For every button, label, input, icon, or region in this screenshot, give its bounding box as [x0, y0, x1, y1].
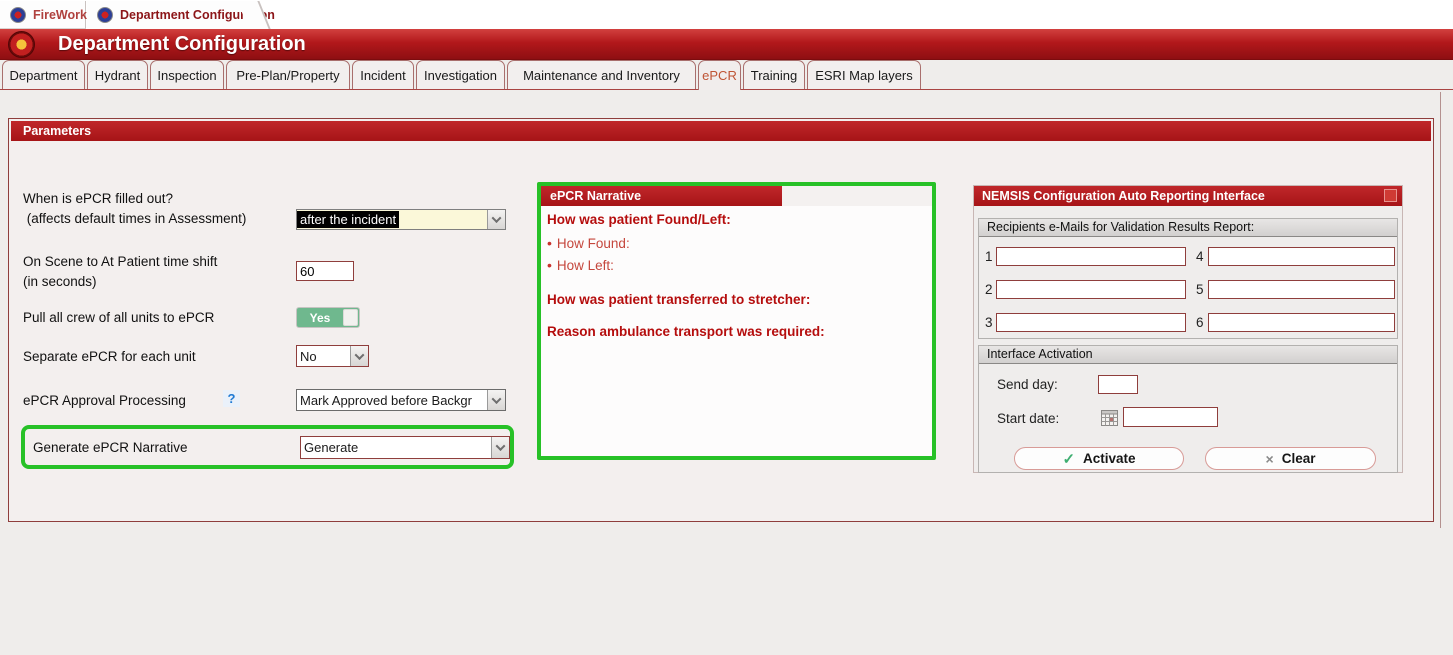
chevron-down-icon	[492, 213, 502, 223]
parameters-header: Parameters	[11, 121, 1431, 141]
narrative-line: How was patient transferred to stretcher…	[547, 292, 810, 307]
tab-inspection[interactable]: Inspection	[150, 60, 224, 90]
dropdown-button[interactable]	[491, 437, 509, 458]
activate-button-label: Activate	[1083, 451, 1136, 466]
recipients-group-header: Recipients e-Mails for Validation Result…	[979, 219, 1397, 237]
generate-narrative-dropdown[interactable]: Generate	[300, 436, 510, 459]
chevron-down-icon	[355, 350, 365, 360]
window-tab-strip: FireWorks Department Configuration	[0, 0, 1453, 29]
narrative-line: How Left:	[547, 257, 614, 273]
window-tab-department-configuration[interactable]: Department Configuration	[87, 1, 255, 29]
email-input-5[interactable]	[1208, 280, 1395, 299]
recipients-group: Recipients e-Mails for Validation Result…	[978, 218, 1398, 339]
dropdown-button[interactable]	[487, 210, 505, 229]
close-icon[interactable]	[1384, 189, 1397, 202]
tab-investigation[interactable]: Investigation	[416, 60, 505, 90]
fire-badge-icon	[10, 7, 26, 23]
activate-button[interactable]: ✓ Activate	[1014, 447, 1184, 470]
fire-badge-icon	[97, 7, 113, 23]
separate-epcr-value: No	[297, 349, 317, 364]
email-input-2[interactable]	[996, 280, 1186, 299]
window-tab-fireworks[interactable]: FireWorks	[0, 1, 86, 29]
time-shift-input[interactable]	[296, 261, 354, 281]
email-input-4[interactable]	[1208, 247, 1395, 266]
chevron-down-icon	[496, 441, 506, 451]
email-slot-number: 6	[1196, 315, 1204, 330]
chevron-down-icon	[492, 394, 502, 404]
tab-training[interactable]: Training	[743, 60, 805, 90]
content-right-border	[1440, 92, 1441, 528]
clear-button[interactable]: × Clear	[1205, 447, 1376, 470]
calendar-icon[interactable]	[1101, 409, 1118, 426]
pull-crew-label: Pull all crew of all units to ePCR	[23, 308, 214, 328]
when-filled-value: after the incident	[297, 211, 399, 228]
window-tab-label: FireWorks	[33, 8, 94, 22]
clear-button-label: Clear	[1282, 451, 1316, 466]
tab-hydrant[interactable]: Hydrant	[87, 60, 148, 90]
send-day-input[interactable]	[1098, 375, 1138, 394]
help-icon[interactable]: ?	[223, 390, 240, 407]
email-slot-number: 2	[985, 282, 993, 297]
interface-activation-header: Interface Activation	[979, 346, 1397, 364]
x-icon: ×	[1266, 451, 1274, 467]
toggle-knob	[343, 309, 358, 326]
tab-incident[interactable]: Incident	[352, 60, 414, 90]
interface-activation-group: Interface Activation Send day: Start dat…	[978, 345, 1398, 473]
email-slot-number: 5	[1196, 282, 1204, 297]
tab-pre-plan-property[interactable]: Pre-Plan/Property	[226, 60, 350, 90]
email-slot-number: 1	[985, 249, 993, 264]
when-filled-label-line1: When is ePCR filled out?	[23, 191, 173, 206]
separate-epcr-label: Separate ePCR for each unit	[23, 347, 196, 367]
when-filled-label-line2: (affects default times in Assessment)	[23, 211, 246, 226]
email-input-3[interactable]	[996, 313, 1186, 332]
when-filled-label: When is ePCR filled out? (affects defaul…	[23, 189, 246, 229]
tab-esri-map-layers[interactable]: ESRI Map layers	[807, 60, 921, 90]
email-input-6[interactable]	[1208, 313, 1395, 332]
narrative-line: How Found:	[547, 235, 630, 251]
when-filled-dropdown[interactable]: after the incident	[296, 209, 506, 230]
separate-epcr-dropdown[interactable]: No	[296, 345, 369, 367]
pull-crew-toggle[interactable]: Yes	[296, 307, 360, 328]
pull-crew-toggle-value: Yes	[297, 308, 343, 327]
narrative-line: How was patient Found/Left:	[547, 212, 731, 227]
window-tab-label: Department Configuration	[120, 8, 275, 22]
approval-processing-dropdown[interactable]: Mark Approved before Backgr	[296, 389, 506, 411]
approval-processing-label: ePCR Approval Processing	[23, 391, 186, 411]
start-date-input[interactable]	[1123, 407, 1218, 427]
epcr-narrative-panel: ePCR Narrative How was patient Found/Lef…	[537, 182, 936, 460]
dropdown-button[interactable]	[350, 346, 368, 366]
tab-epcr[interactable]: ePCR	[698, 60, 741, 90]
generate-narrative-highlight: Generate ePCR Narrative Generate	[21, 425, 514, 469]
dropdown-button[interactable]	[487, 390, 505, 410]
generate-narrative-value: Generate	[301, 440, 358, 455]
narrative-panel-header: ePCR Narrative	[541, 186, 782, 206]
page-title: Department Configuration	[58, 33, 306, 56]
time-shift-label: On Scene to At Patient time shift (in sec…	[23, 252, 217, 292]
tab-department[interactable]: Department	[2, 60, 85, 90]
time-shift-label-line2: (in seconds)	[23, 274, 97, 289]
email-input-1[interactable]	[996, 247, 1186, 266]
nemsis-panel: NEMSIS Configuration Auto Reporting Inte…	[973, 185, 1403, 473]
nemsis-panel-header: NEMSIS Configuration Auto Reporting Inte…	[974, 186, 1402, 206]
time-shift-label-line1: On Scene to At Patient time shift	[23, 254, 217, 269]
send-day-label: Send day:	[997, 377, 1058, 392]
generate-narrative-label: Generate ePCR Narrative	[33, 438, 188, 458]
check-icon: ✓	[1062, 450, 1075, 468]
department-logo-icon	[8, 31, 35, 58]
narrative-line: Reason ambulance transport was required:	[547, 324, 825, 339]
approval-processing-value: Mark Approved before Backgr	[297, 393, 472, 408]
email-slot-number: 4	[1196, 249, 1204, 264]
email-slot-number: 3	[985, 315, 993, 330]
tab-maintenance-and-inventory[interactable]: Maintenance and Inventory	[507, 60, 696, 90]
start-date-label: Start date:	[997, 411, 1059, 426]
